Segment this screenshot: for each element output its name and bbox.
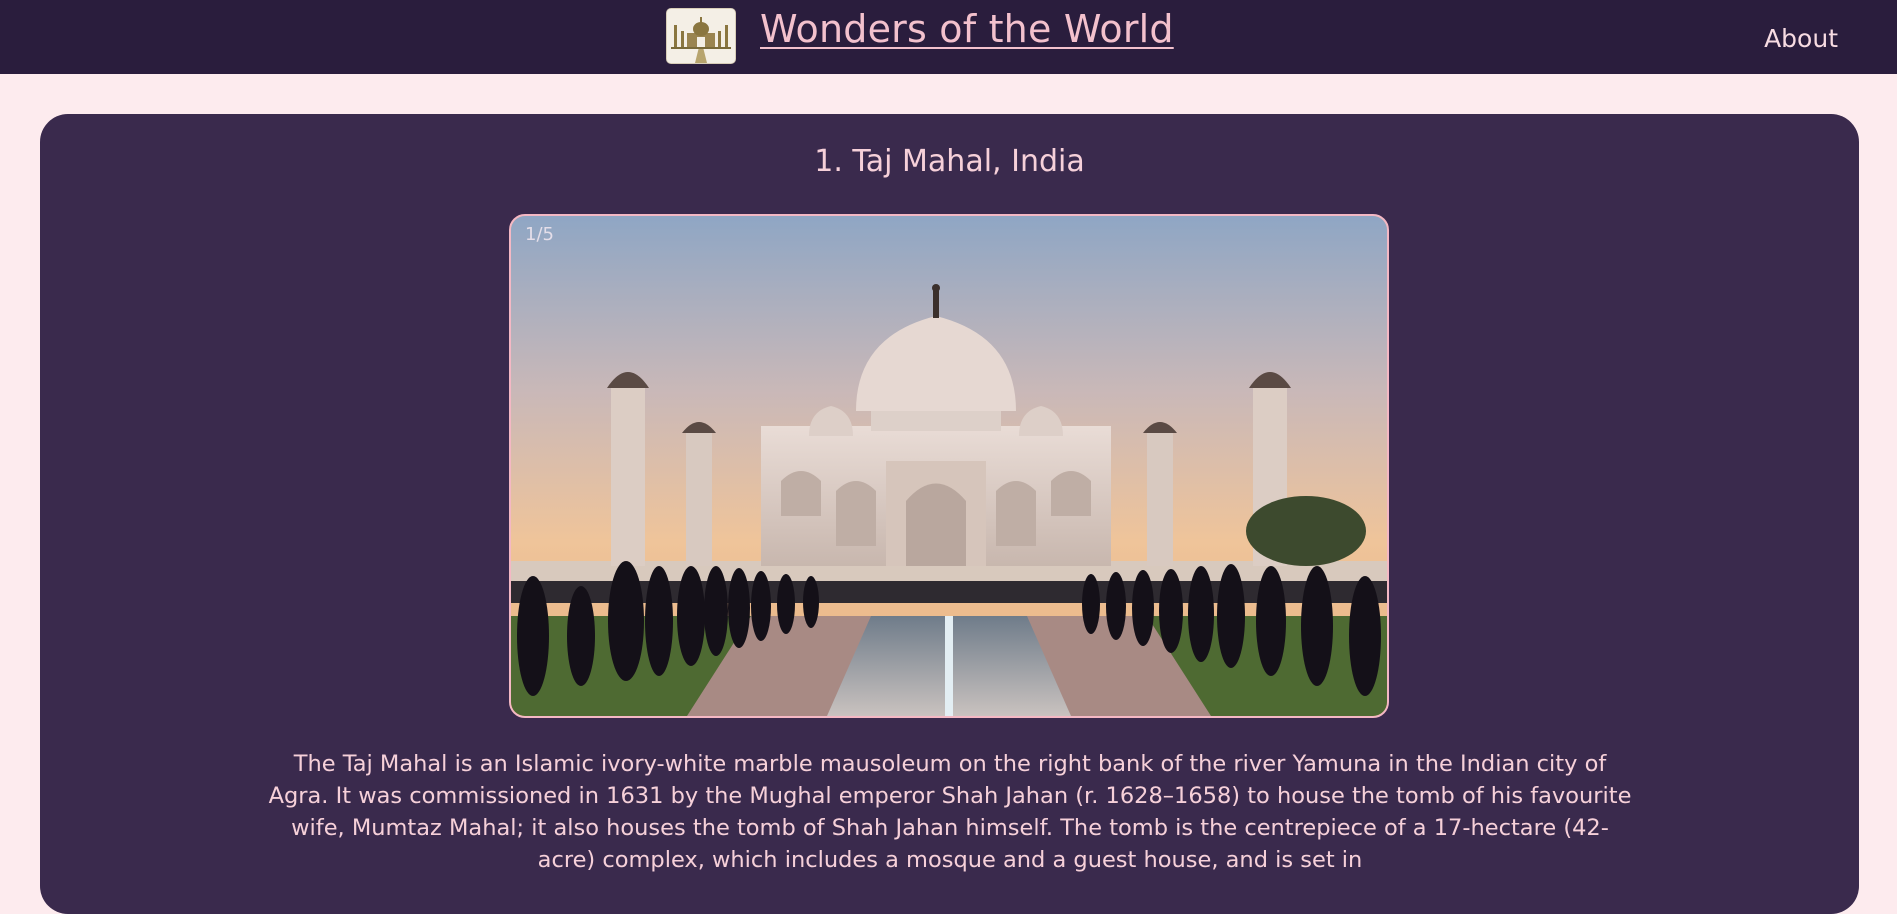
site-logo-icon[interactable]: [666, 8, 736, 64]
image-slideshow[interactable]: 1/5: [509, 214, 1389, 718]
taj-mahal-logo-graphic: [667, 9, 735, 63]
wonder-card: 1. Taj Mahal, India 1/5 The Taj Mahal is…: [40, 114, 1859, 914]
site-header: Wonders of the World About: [0, 0, 1897, 74]
wonder-description: The Taj Mahal is an Islamic ivory-white …: [268, 751, 1632, 873]
slide-counter: 1/5: [525, 224, 554, 245]
nav-about-link[interactable]: About: [1764, 24, 1838, 53]
wonder-title: 1. Taj Mahal, India: [814, 144, 1085, 179]
site-title-link[interactable]: Wonders of the World: [760, 7, 1174, 51]
taj-mahal-photo: [511, 216, 1387, 716]
